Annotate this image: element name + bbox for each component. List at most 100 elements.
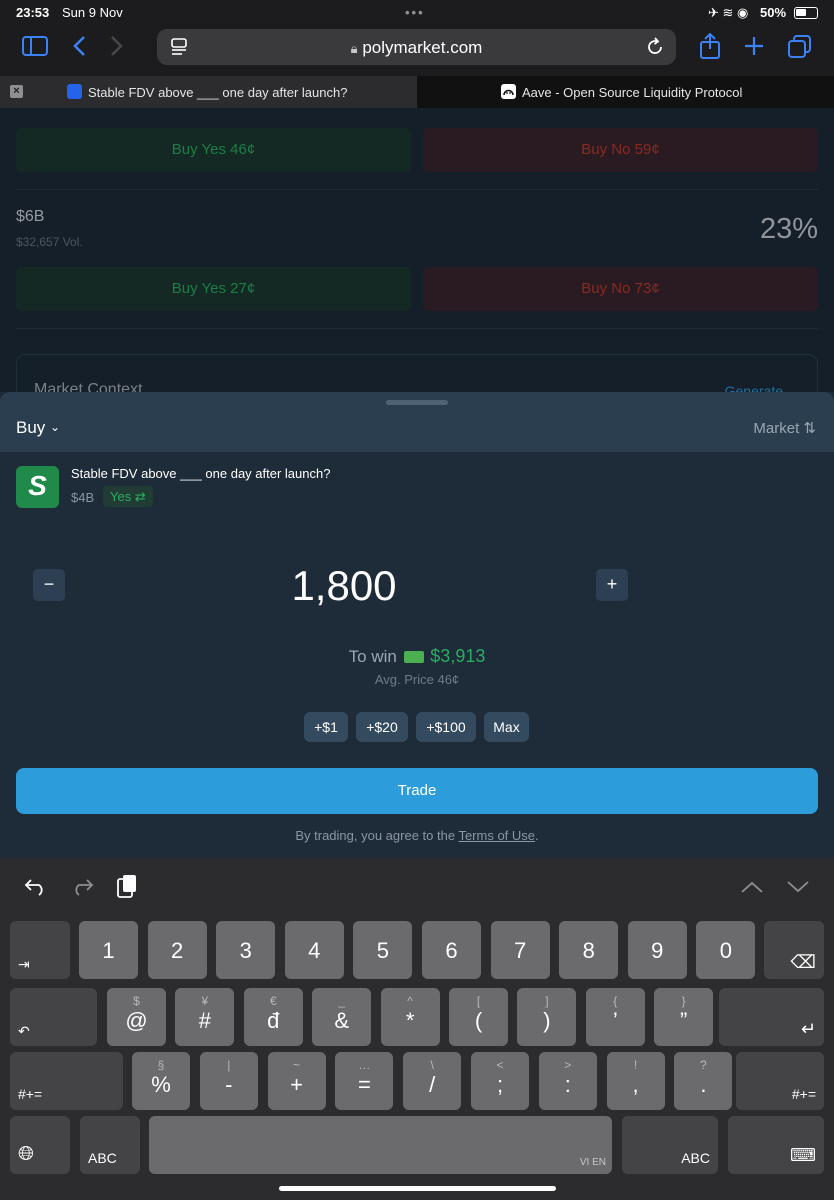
symbols-shift-key-right[interactable]: #+= <box>736 1052 824 1110</box>
terms-suffix: . <box>535 828 539 843</box>
undo-key-icon: ↶ <box>18 1023 30 1039</box>
symbol-key-row3-3[interactable]: … = <box>335 1052 394 1110</box>
symbol-key-row3-6[interactable]: >: <box>538 1052 597 1110</box>
paste-icon[interactable] <box>116 873 138 904</box>
order-type-toggle[interactable]: Market ⇅ <box>753 419 816 437</box>
symbol-key-1[interactable]: ¥ # <box>175 988 235 1046</box>
delete-key[interactable]: ⌫ <box>764 921 824 979</box>
keyboard-hide-icon: ⌨︎ <box>790 1145 816 1165</box>
symbol-key-row3-5[interactable]: <; <box>471 1052 529 1110</box>
key-label: 9 <box>651 938 664 963</box>
outcome-value: $4B <box>71 490 95 505</box>
address-bar[interactable]: 🔒︎ polymarket.com <box>157 29 676 65</box>
trade-button[interactable]: Trade <box>16 768 818 814</box>
next-field-icon[interactable] <box>787 880 809 898</box>
stable-logo-icon: S <box>28 470 47 501</box>
key-label: 1 <box>102 938 115 963</box>
quick-add-1-button[interactable]: +$1 <box>304 712 348 742</box>
forward-icon[interactable] <box>110 35 124 62</box>
undo-icon[interactable] <box>24 876 48 901</box>
symbols-shift-key-left[interactable]: #+= <box>10 1052 123 1110</box>
symbol-key-4[interactable]: ^ * <box>380 988 440 1046</box>
home-indicator <box>279 1186 556 1191</box>
abc-key-right[interactable]: ABC <box>622 1116 718 1174</box>
symbols-shift-label: #+= <box>18 1086 43 1102</box>
market-title: Stable FDV above ___ one day after launc… <box>71 466 331 481</box>
key-label: , <box>632 1072 639 1097</box>
key-label: 6 <box>445 938 458 963</box>
to-win-row: To win $3,913 <box>0 646 834 667</box>
key-label: @ <box>125 1008 148 1033</box>
symbol-key-6[interactable]: ]) <box>517 988 577 1046</box>
amount-input[interactable]: 1,800 <box>0 562 688 610</box>
polymarket-favicon-icon <box>67 84 82 99</box>
symbol-key-row3-8[interactable]: ?. <box>674 1052 733 1110</box>
globe-icon: 🌐︎ <box>18 1143 34 1165</box>
number-key-8[interactable]: 9 <box>627 921 687 979</box>
increment-button[interactable]: + <box>596 569 628 601</box>
undo-key[interactable]: ↶ <box>10 988 97 1046</box>
symbol-key-row3-7[interactable]: !, <box>606 1052 665 1110</box>
key-secondary-label: … <box>358 1058 371 1072</box>
back-icon[interactable] <box>72 35 86 62</box>
key-secondary-label: ~ <box>293 1058 301 1072</box>
return-key[interactable]: ↵ <box>719 988 824 1046</box>
key-label: ; <box>496 1072 504 1097</box>
terms-link[interactable]: Terms of Use <box>458 828 535 843</box>
number-key-1[interactable]: 2 <box>147 921 207 979</box>
symbol-key-5[interactable]: [( <box>449 988 508 1046</box>
quick-add-20-button[interactable]: +$20 <box>356 712 408 742</box>
key-label: 2 <box>170 938 184 963</box>
tab-aave[interactable]: Aave - Open Source Liquidity Protocol <box>417 76 834 108</box>
number-key-3[interactable]: 4 <box>284 921 344 979</box>
number-key-2[interactable]: 3 <box>216 921 276 979</box>
redo-icon[interactable] <box>70 876 94 901</box>
quick-add-100-button[interactable]: +$100 <box>416 712 476 742</box>
new-tab-icon[interactable] <box>744 36 764 61</box>
symbol-key-8[interactable]: }” <box>654 988 714 1046</box>
more-dots-icon[interactable]: ••• <box>405 5 425 20</box>
max-button[interactable]: Max <box>484 712 529 742</box>
key-label: 3 <box>239 938 252 963</box>
abc-key-left[interactable]: ABC <box>80 1116 140 1174</box>
key-secondary-label: ! <box>633 1058 638 1072</box>
symbol-key-3[interactable]: _ & <box>312 988 372 1046</box>
reload-icon[interactable] <box>646 37 664 62</box>
symbol-key-row3-1[interactable]: | - <box>199 1052 258 1110</box>
symbol-key-row3-0[interactable]: §% <box>132 1052 190 1110</box>
number-key-7[interactable]: 8 <box>559 921 619 979</box>
tab-polymarket[interactable]: × Stable FDV above ___ one day after lau… <box>0 76 417 108</box>
avg-price: Avg. Price 46¢ <box>374 672 460 687</box>
symbol-key-row3-4[interactable]: \ / <box>403 1052 462 1110</box>
terms-prefix: By trading, you agree to the <box>295 828 456 843</box>
tabs-overview-icon[interactable] <box>788 35 812 64</box>
globe-key[interactable]: 🌐︎ <box>10 1116 70 1174</box>
drag-handle[interactable] <box>386 400 448 405</box>
share-icon[interactable] <box>699 32 721 64</box>
outcome-side-badge[interactable]: Yes ⇄ <box>103 486 153 507</box>
number-key-6[interactable]: 7 <box>490 921 550 979</box>
key-secondary-label: < <box>496 1058 504 1072</box>
number-key-0[interactable]: 1 <box>79 921 138 979</box>
key-label: ’ <box>612 1008 618 1033</box>
key-secondary-label: \ <box>430 1058 434 1072</box>
buy-label: Buy <box>16 418 46 437</box>
chevron-down-icon: ⌄ <box>50 420 61 434</box>
key-label: + <box>290 1072 304 1097</box>
number-key-9[interactable]: 0 <box>696 921 756 979</box>
symbol-key-2[interactable]: € đ <box>243 988 303 1046</box>
space-key[interactable]: VI EN <box>149 1116 612 1174</box>
sidebar-icon[interactable] <box>22 36 48 61</box>
buy-dropdown[interactable]: Buy ⌄ <box>16 418 60 438</box>
number-key-5[interactable]: 6 <box>422 921 481 979</box>
symbol-key-0[interactable]: $ @ <box>107 988 166 1046</box>
number-key-4[interactable]: 5 <box>353 921 413 979</box>
close-tab-icon[interactable]: × <box>10 85 23 98</box>
key-secondary-label: $ <box>133 994 140 1008</box>
symbol-key-7[interactable]: {’ <box>585 988 645 1046</box>
key-secondary-label: ? <box>700 1058 707 1072</box>
previous-field-icon[interactable] <box>741 880 763 898</box>
dismiss-keyboard-key[interactable]: ⌨︎ <box>728 1116 824 1174</box>
symbol-key-row3-2[interactable]: ~ + <box>267 1052 326 1110</box>
tab-key[interactable]: ⇥ <box>10 921 70 979</box>
